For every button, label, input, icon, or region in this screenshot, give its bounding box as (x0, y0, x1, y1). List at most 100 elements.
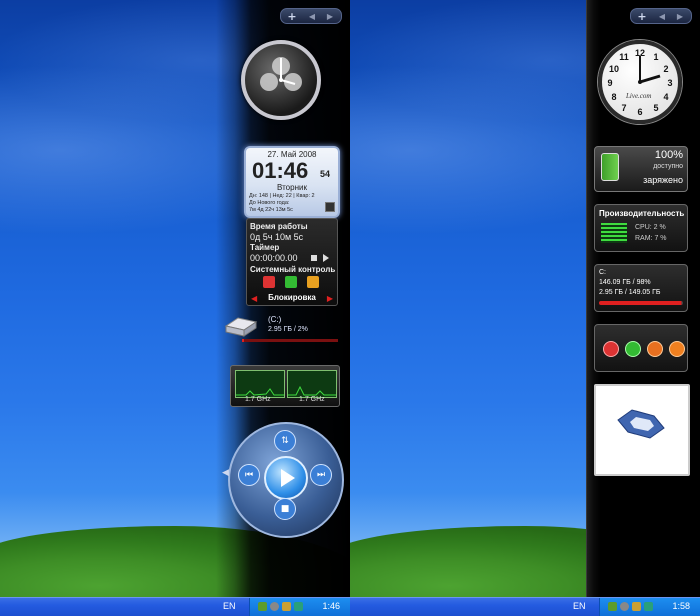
next-page-button[interactable]: ▶ (321, 12, 339, 21)
prev-page-button[interactable]: ◀ (653, 12, 671, 21)
shuffle-button[interactable]: ⇅ (274, 430, 296, 452)
previous-track-button[interactable]: ⏮ (238, 464, 260, 486)
sidebar-controls: + ◀ ▶ (280, 8, 342, 24)
timer-value: 00:00:00.00 (250, 253, 298, 263)
disk-name: C: (599, 269, 606, 276)
drive-name: (C:) (268, 315, 282, 324)
previous-icon: ⏮ (244, 470, 254, 480)
language-indicator[interactable]: EN (223, 601, 236, 611)
cpu-core1-graph (235, 370, 285, 398)
battery-gadget[interactable]: 100% доступно заряжено (594, 146, 688, 192)
network-icon[interactable] (608, 602, 617, 611)
system-control-gadget: Время работы 0д 5ч 10м 5с Таймер 00:00:0… (246, 218, 338, 306)
drive-gadget[interactable]: (C:) 2.95 ГБ / 2% (222, 312, 338, 344)
battery-status: заряжено (643, 175, 683, 185)
next-track-button[interactable]: ⏭ (310, 464, 332, 486)
clock-face-icon: 12 12 345 678 91011 (607, 48, 672, 117)
language-indicator[interactable]: EN (573, 601, 586, 611)
stop-icon: ■ (280, 504, 290, 514)
system-tray: 1:58 (599, 598, 700, 616)
battery-available: доступно (653, 163, 683, 170)
cpu-meter-gadget[interactable]: 1.7 GHz 1.7 GHz (230, 365, 340, 407)
analog-clock[interactable]: 12 1 2 345 678 9 10 11 Live.com (598, 40, 682, 124)
lock-arrow-right-icon: ▶ (326, 294, 333, 303)
logoff-icon[interactable] (307, 276, 319, 288)
cpu-core2-freq: 1.7 GHz (299, 396, 325, 403)
newyear-countdown: 7м 4д 22ч 13м 5с (249, 207, 293, 213)
cpu-core2-graph (287, 370, 337, 398)
next-icon: ⏭ (316, 470, 326, 480)
security-icon[interactable] (270, 602, 279, 611)
perf-meter-icon (601, 223, 627, 243)
clock-time[interactable]: 1:58 (672, 601, 690, 611)
media-player-gadget: ⏮ ⏭ ⇅ ■ ◀ (222, 420, 344, 538)
analog-clock[interactable] (241, 40, 321, 120)
ram-usage: RAM: 7 % (635, 235, 667, 242)
calendar-icon[interactable] (325, 202, 335, 212)
performance-title: Производительность (599, 209, 685, 218)
hard-drive-icon (224, 317, 258, 337)
svg-text:5: 5 (653, 103, 658, 113)
prev-page-button[interactable]: ◀ (303, 12, 321, 21)
svg-text:6: 6 (637, 107, 642, 117)
timer-play-icon[interactable] (323, 254, 329, 262)
timer-label: Таймер (250, 243, 280, 252)
drive-info: 2.95 ГБ / 2% (268, 326, 308, 333)
svg-text:7: 7 (621, 103, 626, 113)
lock-arrow-left-icon: ◀ (251, 294, 258, 303)
hexagon-ring-icon (617, 409, 665, 439)
cpu-usage: CPU: 2 % (635, 224, 666, 231)
logoff-icon[interactable] (647, 341, 663, 357)
performance-gadget[interactable]: Производительность CPU: 2 % RAM: 7 % (594, 204, 688, 252)
update-icon[interactable] (632, 602, 641, 611)
sync-icon[interactable] (294, 602, 303, 611)
uptime-label: Время работы (250, 222, 308, 231)
cpu-core1-freq: 1.7 GHz (245, 396, 271, 403)
svg-text:2: 2 (663, 64, 668, 74)
network-icon[interactable] (258, 602, 267, 611)
svg-text:10: 10 (609, 64, 619, 74)
calendar-seconds: 54 (320, 169, 331, 179)
svg-text:3: 3 (667, 78, 672, 88)
svg-text:4: 4 (663, 92, 668, 102)
calendar-weekday: Вторник (277, 183, 307, 192)
right-desktop: + ◀ ▶ 12 1 2 345 678 9 10 11 Live.com 100% д… (350, 0, 700, 616)
sync-icon[interactable] (644, 602, 653, 611)
shuffle-icon: ⇅ (281, 436, 289, 446)
uptime-value: 0д 5ч 10м 5с (250, 232, 304, 242)
disk-gadget[interactable]: C: 146.09 ГБ / 98% 2.95 ГБ / 149.05 ГБ (594, 264, 688, 312)
update-icon[interactable] (282, 602, 291, 611)
media-collapse-icon[interactable]: ◀ (222, 468, 229, 478)
slideshow-gadget[interactable] (594, 384, 690, 476)
add-gadget-button[interactable]: + (631, 10, 653, 23)
stop-button[interactable]: ■ (274, 498, 296, 520)
clock-face-icon (260, 57, 302, 91)
disk-line2: 2.95 ГБ / 149.05 ГБ (599, 289, 661, 296)
clock-time[interactable]: 1:46 (322, 601, 340, 611)
taskbar: EN 1:58 (350, 597, 700, 616)
shutdown-icon[interactable] (263, 276, 275, 288)
restart-icon[interactable] (625, 341, 641, 357)
security-icon[interactable] (620, 602, 629, 611)
svg-text:11: 11 (619, 52, 629, 62)
next-page-button[interactable]: ▶ (671, 12, 689, 21)
timer-stop-icon[interactable] (311, 255, 317, 261)
sleep-icon[interactable] (669, 341, 685, 357)
svg-text:1: 1 (653, 52, 658, 62)
lock-button[interactable]: Блокировка (247, 293, 337, 302)
svg-text:9: 9 (607, 78, 612, 88)
battery-percent: 100% (654, 149, 683, 161)
battery-icon (601, 153, 619, 181)
drive-usage-bar (242, 339, 338, 342)
left-desktop: + ◀ ▶ 27. Май 2008 01:46 54 Вторник Дн: … (0, 0, 350, 616)
taskbar: EN 1:46 (0, 597, 350, 616)
play-button[interactable] (264, 456, 308, 500)
shutdown-icon[interactable] (603, 341, 619, 357)
play-icon (281, 469, 295, 487)
newyear-label: До Нового года: (249, 200, 290, 206)
calendar-time: 01:46 (252, 158, 309, 183)
add-gadget-button[interactable]: + (281, 10, 303, 23)
system-tray: 1:46 (249, 598, 350, 616)
restart-icon[interactable] (285, 276, 297, 288)
calendar-gadget[interactable]: 27. Май 2008 01:46 54 Вторник Дн: 148 | … (244, 146, 340, 218)
